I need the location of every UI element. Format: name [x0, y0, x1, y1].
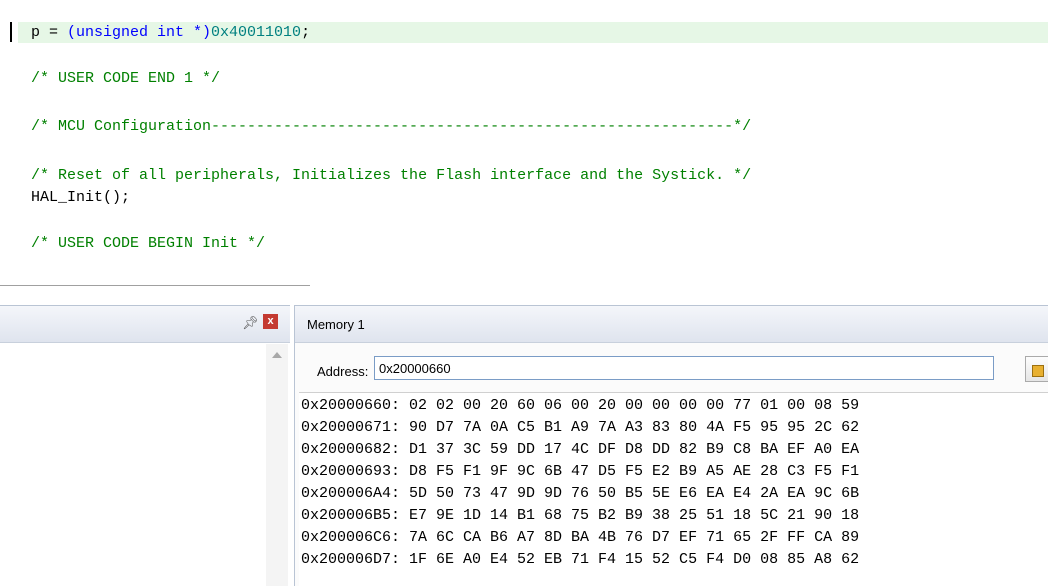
- address-input[interactable]: [374, 356, 994, 380]
- code-editor[interactable]: p = (unsigned int *)0x40011010; /* USER …: [0, 0, 1048, 272]
- close-icon[interactable]: x: [263, 314, 278, 329]
- memory-row: 0x20000682: D1 37 3C 59 DD 17 4C DF D8 D…: [301, 441, 860, 458]
- code-token: HAL_Init();: [31, 189, 131, 206]
- divider: [0, 285, 310, 286]
- code-token: ;: [301, 24, 311, 41]
- code-text: /* USER CODE BEGIN Init */: [18, 235, 265, 252]
- code-token: /* MCU Configuration--------------------…: [31, 118, 752, 135]
- code-token: /* USER CODE BEGIN Init */: [31, 235, 266, 252]
- code-token: p =: [31, 24, 68, 41]
- memory-panel-title: Memory 1: [307, 317, 365, 332]
- code-text: p = (unsigned int *)0x40011010;: [18, 24, 310, 41]
- scroll-up-icon[interactable]: [272, 352, 282, 358]
- panel-splitter[interactable]: [0, 272, 1048, 305]
- pin-icon[interactable]: 📌︎: [242, 315, 259, 331]
- code-line[interactable]: HAL_Init();: [18, 187, 1048, 208]
- memory-row: 0x200006D7: 1F 6E A0 E4 52 EB 71 F4 15 5…: [301, 551, 860, 568]
- memory-row: 0x200006C6: 7A 6C CA B6 A7 8D BA 4B 76 D…: [301, 529, 860, 546]
- left-panel-titlebar: 📌︎ x: [0, 306, 290, 343]
- left-panel-scrollbar[interactable]: [266, 344, 288, 586]
- lock-icon: [1032, 365, 1044, 377]
- text-cursor: [10, 22, 12, 42]
- left-docked-panel: 📌︎ x: [0, 305, 290, 586]
- code-text: /* USER CODE END 1 */: [18, 70, 220, 87]
- code-token: /* USER CODE END 1 */: [31, 70, 221, 87]
- code-token: /* Reset of all peripherals, Initializes…: [31, 167, 752, 184]
- code-text: /* MCU Configuration--------------------…: [18, 118, 751, 135]
- code-line[interactable]: /* USER CODE BEGIN Init */: [18, 233, 1048, 254]
- address-label: Address:: [317, 364, 369, 379]
- memory-row: 0x20000660: 02 02 00 20 60 06 00 20 00 0…: [301, 397, 860, 414]
- code-line[interactable]: p = (unsigned int *)0x40011010;: [18, 22, 1048, 43]
- memory-panel: Memory 1 Address: 0x20000660: 02 02 00 2…: [294, 305, 1048, 587]
- memory-row: 0x20000671: 90 D7 7A 0A C5 B1 A9 7A A3 8…: [301, 419, 860, 436]
- memory-row: 0x200006A4: 5D 50 73 47 9D 9D 76 50 B5 5…: [301, 485, 860, 502]
- memory-row: 0x20000693: D8 F5 F1 9F 9C 6B 47 D5 F5 E…: [301, 463, 860, 480]
- code-text: HAL_Init();: [18, 189, 130, 206]
- lock-button[interactable]: [1025, 356, 1048, 382]
- code-token: 0x40011010: [211, 24, 302, 41]
- memory-row: 0x200006B5: E7 9E 1D 14 B1 68 75 B2 B9 3…: [301, 507, 860, 524]
- memory-dump[interactable]: 0x20000660: 02 02 00 20 60 06 00 20 00 0…: [299, 392, 1048, 587]
- code-token: (unsigned int *): [67, 24, 212, 41]
- code-line[interactable]: /* Reset of all peripherals, Initializes…: [18, 165, 1048, 186]
- memory-panel-titlebar: Memory 1: [295, 306, 1048, 343]
- code-line[interactable]: /* USER CODE END 1 */: [18, 68, 1048, 89]
- code-line[interactable]: /* MCU Configuration--------------------…: [18, 116, 1048, 137]
- code-text: /* Reset of all peripherals, Initializes…: [18, 167, 751, 184]
